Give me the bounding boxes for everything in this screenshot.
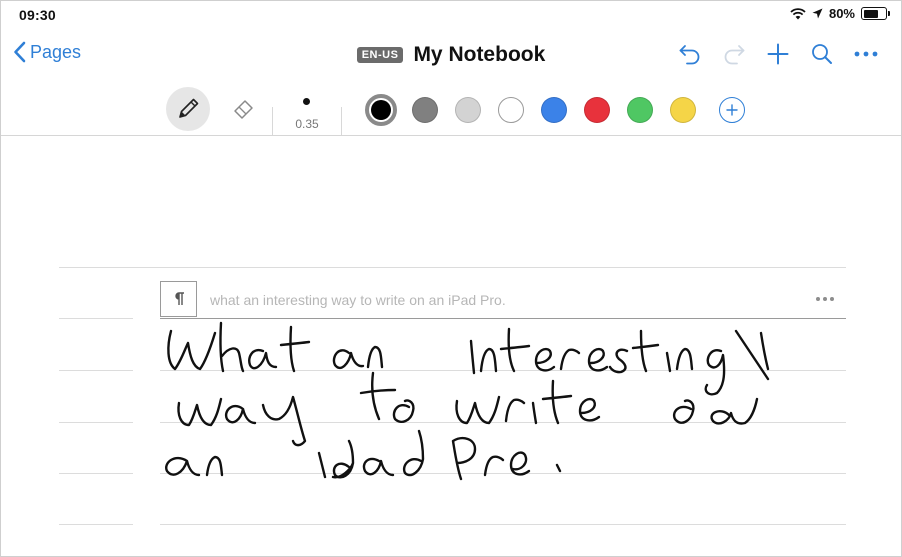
handwriting-ink[interactable] (1, 1, 901, 556)
app-window: 09:30 80% Pages EN-US My Notebook 0.35 w… (0, 0, 902, 557)
